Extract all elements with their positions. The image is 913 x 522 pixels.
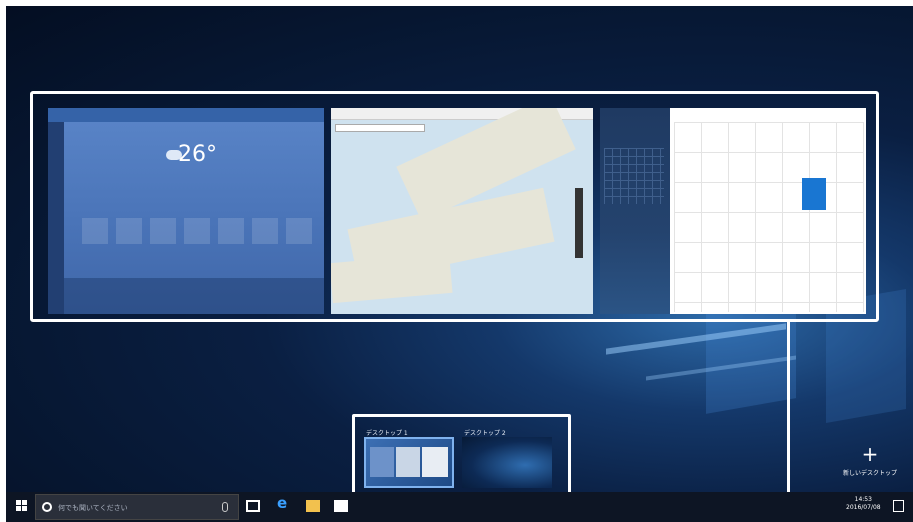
plus-icon: +: [861, 442, 879, 466]
clock-time: 14:53: [854, 496, 872, 503]
search-placeholder: 何でも聞いてください: [58, 504, 128, 512]
action-center-icon[interactable]: [893, 500, 904, 512]
new-desktop-label: 新しいデスクトップ: [842, 470, 897, 477]
clock-date: 2016/07/08: [846, 504, 881, 511]
microphone-icon[interactable]: [222, 502, 228, 512]
desktops-highlight-frame: [352, 414, 571, 496]
store-icon[interactable]: [334, 500, 348, 512]
cortana-icon: [42, 502, 52, 512]
taskbar-clock[interactable]: 14:53 2016/07/08: [846, 496, 881, 512]
open-windows-highlight-frame: [30, 91, 879, 322]
windows-logo-icon: [16, 500, 21, 505]
cortana-search-box[interactable]: 何でも聞いてください: [35, 494, 239, 520]
new-desktop-button[interactable]: + 新しいデスクトップ: [840, 444, 900, 477]
file-explorer-icon[interactable]: [306, 500, 320, 512]
start-button[interactable]: [16, 500, 28, 512]
edge-icon[interactable]: e: [277, 494, 291, 512]
task-view-button[interactable]: [246, 500, 260, 512]
